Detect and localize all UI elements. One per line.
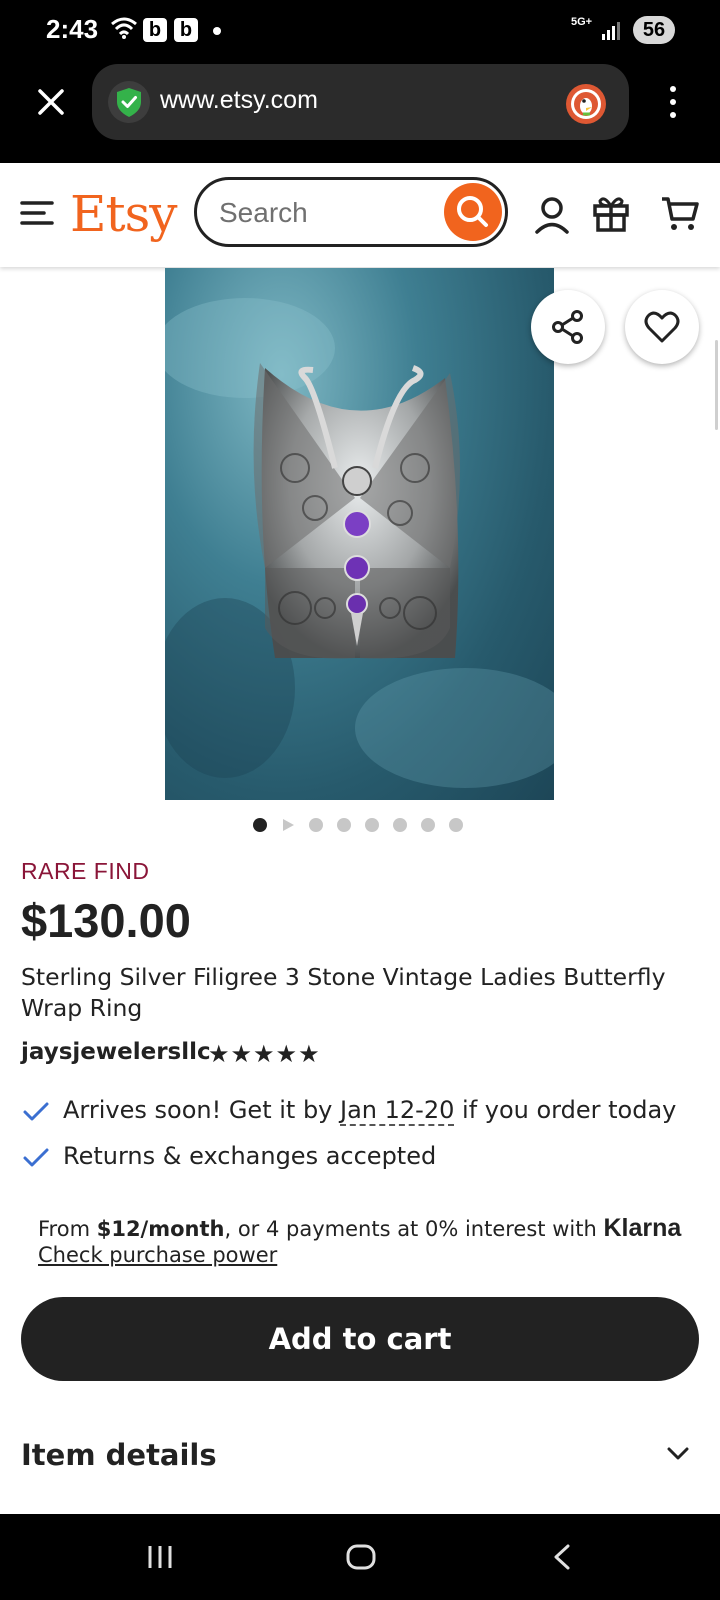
signal-icon <box>602 22 620 40</box>
wifi-icon <box>111 17 137 39</box>
carousel-dot[interactable] <box>449 818 463 832</box>
search-icon <box>457 196 488 227</box>
returns-text: Returns & exchanges accepted <box>63 1142 437 1170</box>
shop-name-link[interactable]: jaysjewelersllc <box>21 1039 211 1065</box>
rare-find-badge: RARE FIND <box>21 858 150 884</box>
klarna-logo: Klarna <box>603 1214 682 1242</box>
browser-toolbar: www.etsy.com <box>0 62 720 163</box>
notification-badge-icon: b <box>174 18 198 42</box>
product-image[interactable] <box>165 268 554 800</box>
search-bar <box>194 177 508 247</box>
scrollbar[interactable] <box>715 340 718 430</box>
site-header: Etsy <box>0 163 720 267</box>
product-price: $130.00 <box>21 894 191 947</box>
product-title: Sterling Silver Filigree 3 Stone Vintage… <box>21 963 666 1022</box>
delivery-prefix: Arrives soon! Get it by <box>63 1096 341 1124</box>
search-button[interactable] <box>444 183 502 241</box>
carousel-dot[interactable] <box>421 818 435 832</box>
checkmark-icon <box>23 1148 49 1167</box>
network-type: 5G+ <box>571 16 593 28</box>
klarna-financing: From $12/month, or 4 payments at 0% inte… <box>38 1214 681 1243</box>
delivery-suffix: if you order today <box>454 1096 677 1124</box>
shop-rating-stars[interactable]: ★★★★★ <box>208 1040 321 1068</box>
butterfly-ring-illustration <box>165 298 554 788</box>
home-icon[interactable] <box>346 1544 376 1570</box>
checkmark-icon <box>23 1102 49 1121</box>
more-options-icon[interactable] <box>668 84 678 120</box>
back-icon[interactable] <box>552 1544 572 1570</box>
notification-dot-icon <box>213 27 221 35</box>
secure-shield-icon <box>108 81 150 123</box>
carousel-dot[interactable] <box>393 818 407 832</box>
chevron-down-icon[interactable] <box>667 1447 689 1461</box>
address-bar[interactable]: www.etsy.com <box>92 64 629 140</box>
url-text: www.etsy.com <box>160 86 318 114</box>
share-icon <box>552 310 583 344</box>
video-play-icon[interactable] <box>281 818 295 832</box>
klarna-terms: , or 4 payments at 0% interest with <box>224 1217 604 1241</box>
close-tab-icon[interactable] <box>34 85 68 119</box>
gift-icon[interactable] <box>592 193 630 233</box>
item-details-toggle[interactable]: Item details <box>21 1438 217 1472</box>
carousel-dot[interactable] <box>365 818 379 832</box>
add-to-cart-button[interactable]: Add to cart <box>21 1297 699 1381</box>
carousel-dot[interactable] <box>309 818 323 832</box>
carousel-dot[interactable] <box>337 818 351 832</box>
search-input[interactable] <box>217 192 431 234</box>
etsy-logo[interactable]: Etsy <box>70 185 177 243</box>
menu-icon[interactable] <box>20 199 54 227</box>
account-icon[interactable] <box>534 195 570 235</box>
notification-badge-icon: b <box>143 18 167 42</box>
klarna-monthly-amount: $12/month <box>96 1217 225 1241</box>
heart-icon <box>644 311 680 343</box>
duckduckgo-icon[interactable] <box>566 84 606 124</box>
share-button[interactable] <box>531 290 605 364</box>
battery-indicator: 56 <box>633 16 675 44</box>
klarna-from: From <box>38 1217 97 1241</box>
check-purchase-power-link[interactable]: Check purchase power <box>38 1243 277 1267</box>
status-bar: 2:43 b b 5G+ 56 <box>0 0 720 62</box>
clock: 2:43 <box>46 14 99 44</box>
carousel-dot-active[interactable] <box>253 818 267 832</box>
cart-icon[interactable] <box>660 193 700 233</box>
system-navigation-bar <box>0 1514 720 1600</box>
recent-apps-icon[interactable] <box>146 1544 174 1570</box>
delivery-dates[interactable]: Jan 12-20 <box>340 1096 455 1126</box>
favorite-button[interactable] <box>625 290 699 364</box>
